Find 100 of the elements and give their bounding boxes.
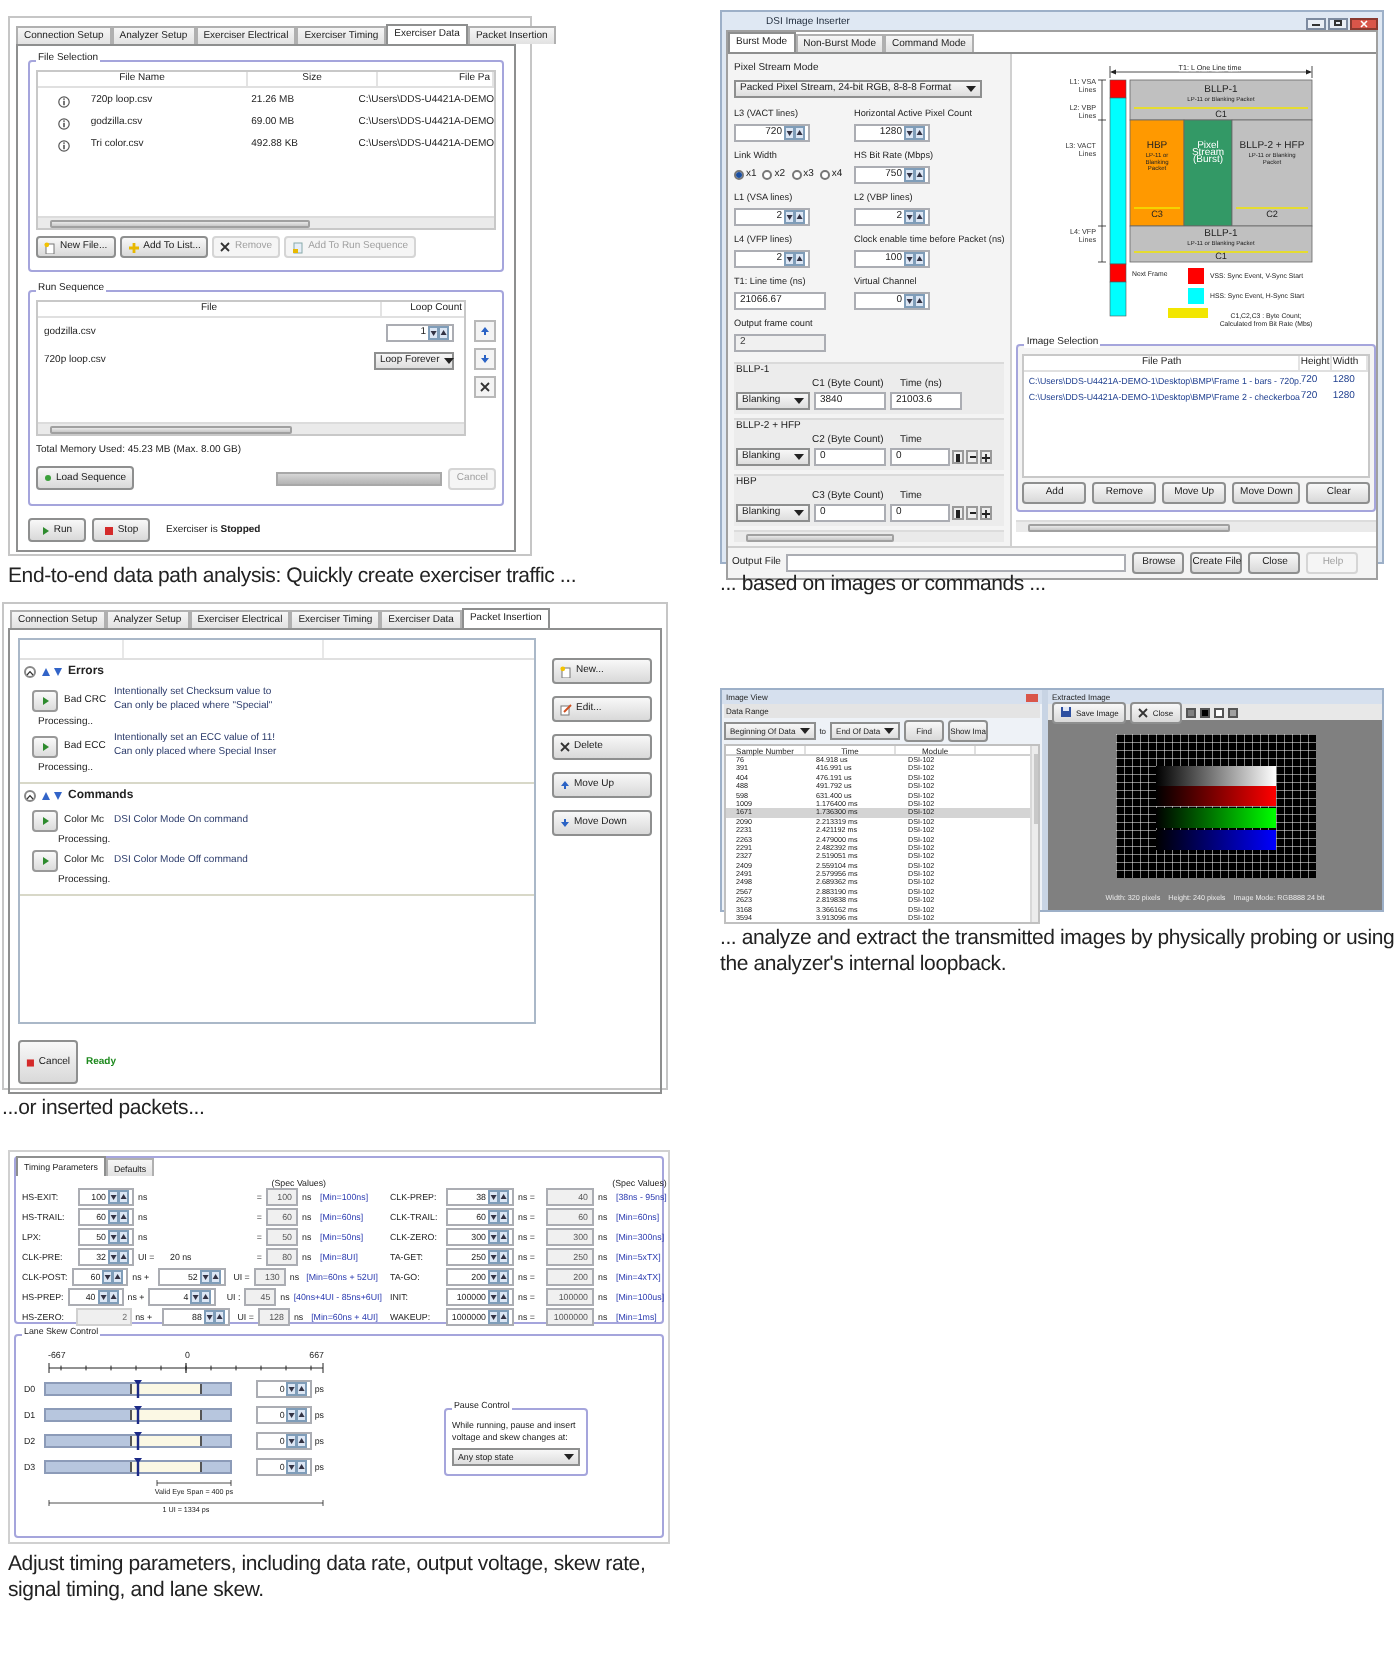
caption: ... analyze and extract the transmitted images by physically probing or using the analyzer's internal loopback. (720, 926, 1396, 978)
chevron-icon (26, 793, 34, 799)
edit-icon (560, 703, 572, 715)
new-file-icon (560, 665, 572, 677)
output-file-field[interactable] (786, 554, 1127, 572)
sync-marker (1110, 263, 1127, 283)
minimize-button[interactable] (1306, 17, 1326, 29)
horizontal-scrollbar[interactable] (1016, 520, 1377, 532)
spinner-arrows-icon (488, 1289, 510, 1303)
slider-thumb[interactable] (133, 1458, 142, 1476)
dot-icon (44, 474, 52, 482)
collapse-button[interactable] (24, 666, 36, 678)
info-icon (58, 95, 71, 107)
spinner-arrows-icon (203, 1309, 226, 1323)
up-arrow-icon (480, 326, 490, 336)
play-icon (41, 525, 50, 535)
maximize-button[interactable] (1328, 17, 1348, 29)
slider-thumb[interactable] (133, 1432, 142, 1450)
sort-arrows-icon (42, 792, 62, 800)
minus-button[interactable] (966, 450, 978, 464)
spinner-arrows-icon (428, 326, 450, 340)
plus-icon (982, 509, 990, 517)
play-icon (41, 856, 49, 866)
slider-thumb[interactable] (133, 1380, 142, 1398)
sort-arrows-icon (42, 668, 62, 676)
caret-icon (799, 728, 810, 734)
move-down-button[interactable] (474, 348, 496, 370)
spinner-arrows-icon (784, 210, 806, 224)
play-button[interactable] (32, 850, 58, 872)
horizontal-scrollbar[interactable] (38, 216, 494, 228)
spinner-arrows-icon (904, 210, 926, 224)
info-icon (58, 117, 71, 129)
play-button[interactable] (32, 810, 58, 832)
vertical-scrollbar[interactable] (1030, 746, 1038, 923)
caret-icon (794, 398, 804, 404)
sync-marker (1110, 79, 1127, 99)
spinner-arrows-icon (199, 1269, 222, 1283)
spinner-arrows-icon (108, 1209, 130, 1223)
color-swatch[interactable] (1213, 707, 1224, 717)
close-icon (1138, 707, 1149, 717)
caret-icon (443, 358, 454, 364)
down-arrow-icon (480, 354, 490, 364)
caret-icon (794, 510, 804, 516)
minus-button[interactable] (966, 506, 978, 520)
lane-slider[interactable] (43, 1382, 233, 1396)
caption: ... based on images or commands ... (720, 572, 1048, 598)
stepper-button[interactable] (952, 506, 964, 520)
info-icon (58, 139, 71, 151)
color-swatch[interactable] (1185, 707, 1196, 717)
play-icon (41, 816, 49, 826)
down-arrow-icon (560, 818, 570, 828)
spinner-arrows-icon (286, 1382, 309, 1396)
spinner-arrows-icon (784, 126, 806, 140)
spinner-arrows-icon (488, 1309, 510, 1323)
play-button[interactable] (32, 689, 58, 711)
stepper-button[interactable] (952, 450, 964, 464)
close-icon (220, 242, 231, 252)
color-swatch[interactable] (1199, 707, 1210, 717)
caption: Adjust timing parameters, including data rate, output voltage, skew rate, signal timing, and lane skew. (8, 1552, 648, 1604)
play-icon (41, 695, 49, 705)
spinner-arrows-icon (190, 1289, 213, 1303)
lane-slider[interactable] (43, 1434, 233, 1448)
close-button[interactable] (1350, 17, 1378, 29)
chevron-icon (26, 669, 34, 675)
spinner-arrows-icon (904, 294, 926, 308)
spinner-arrows-icon (108, 1249, 130, 1263)
caret-icon (966, 86, 976, 92)
caption: ...or inserted packets... (2, 1096, 207, 1122)
spinner-arrows-icon (904, 168, 926, 182)
spinner-arrows-icon (97, 1289, 120, 1303)
delete-button[interactable] (474, 376, 496, 398)
lane-slider[interactable] (43, 1408, 233, 1422)
stop-icon (103, 525, 114, 535)
collapse-button[interactable] (24, 790, 36, 802)
horizontal-scrollbar[interactable] (38, 422, 464, 434)
close-icon (560, 742, 570, 752)
spinner-arrows-icon (904, 252, 926, 266)
spinner-arrows-icon (488, 1249, 510, 1263)
spinner-arrows-icon (286, 1408, 309, 1422)
horizontal-scrollbar[interactable] (734, 530, 1005, 542)
color-swatch[interactable] (1227, 707, 1238, 717)
spinner-arrows-icon (108, 1229, 130, 1243)
spinner-arrows-icon (108, 1189, 130, 1203)
dimension-arrow (156, 1480, 232, 1486)
play-button[interactable] (32, 735, 58, 757)
caret-icon (884, 728, 895, 734)
spinner-arrows-icon (784, 252, 806, 266)
spinner-arrows-icon (904, 126, 926, 140)
caret-icon (794, 454, 804, 460)
slider-thumb[interactable] (133, 1406, 142, 1424)
spinner-arrows-icon (102, 1269, 125, 1283)
move-up-button[interactable] (474, 320, 496, 342)
spinner-arrows-icon (488, 1209, 510, 1223)
play-icon (41, 741, 49, 751)
lane-slider[interactable] (43, 1460, 233, 1474)
sync-bar (1110, 281, 1127, 317)
plus-button[interactable] (980, 506, 992, 520)
add-icon (127, 241, 140, 253)
plus-button[interactable] (980, 450, 992, 464)
plus-icon (982, 453, 990, 461)
